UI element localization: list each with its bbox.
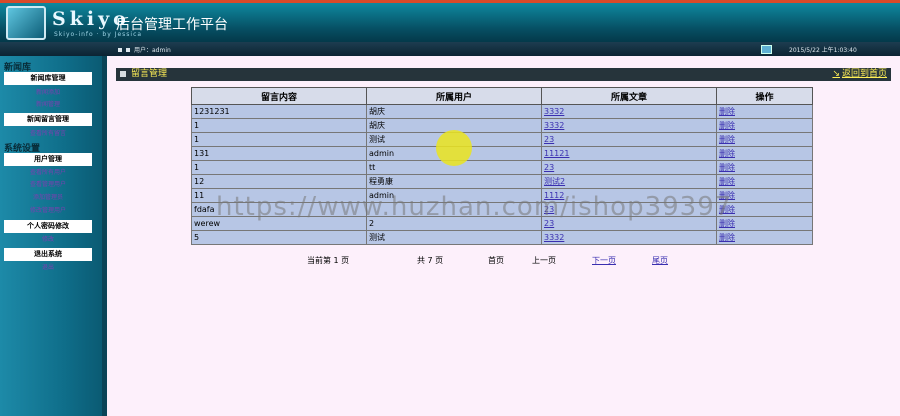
section-title-bar: 留言管理 ↘ 返回到首页	[116, 68, 891, 81]
monitor-icon	[761, 45, 772, 54]
article-link[interactable]: 测试2	[544, 177, 565, 186]
bullet-icon	[118, 48, 122, 52]
section-title: 留言管理	[131, 69, 168, 79]
article-link[interactable]: 3332	[544, 121, 564, 130]
monitor-logo-icon	[6, 6, 46, 40]
sidebar-item-edit-password[interactable]: 修改	[4, 234, 92, 246]
table-row: 12 程勇康 测试2 删除	[191, 174, 813, 189]
delete-link[interactable]: 删除	[719, 177, 735, 186]
table-row: 1231231 胡庆 3332 删除	[191, 104, 813, 119]
sidebar-item-manage-news[interactable]: 新闻管理	[4, 99, 92, 111]
sidebar-head-logout[interactable]: 退出系统	[4, 248, 92, 261]
sidebar: 新闻库 新闻库管理 新闻添加 新闻管理 新闻留言管理 查看所有留言 系统设置 用…	[0, 56, 107, 416]
user-label: 用户：admin	[134, 47, 171, 54]
page-prev[interactable]: 上一页	[532, 255, 556, 266]
article-link[interactable]: 3332	[544, 107, 564, 116]
column-header-content: 留言内容	[191, 87, 367, 105]
article-link[interactable]: 11121	[544, 149, 569, 158]
header-top-line	[0, 0, 900, 3]
page-last-link[interactable]: 尾页	[652, 255, 668, 266]
page-current: 当前第 1 页	[307, 256, 350, 265]
status-bar: 用户：admin 2015/5/22 上午1:03:40	[0, 42, 900, 56]
clock: 2015/5/22 上午1:03:40	[789, 47, 857, 54]
delete-link[interactable]: 删除	[719, 233, 735, 242]
sidebar-item-all-comments[interactable]: 查看所有留言	[4, 128, 92, 140]
delete-link[interactable]: 删除	[719, 107, 735, 116]
column-header-action: 操作	[716, 87, 813, 105]
cell-content: 1	[191, 118, 367, 133]
table-row: 5 测试 3332 删除	[191, 230, 813, 245]
sidebar-head-user-manage[interactable]: 用户管理	[4, 153, 92, 166]
arrow-icon: ↘	[832, 69, 840, 79]
cell-user: 测试	[366, 230, 542, 245]
article-link[interactable]: 23	[544, 135, 554, 144]
sidebar-head-password[interactable]: 个人密码修改	[4, 220, 92, 233]
delete-link[interactable]: 删除	[719, 121, 735, 130]
sidebar-head-news-manage[interactable]: 新闻库管理	[4, 72, 92, 85]
page-next-link[interactable]: 下一页	[592, 255, 616, 266]
sidebar-item-logout[interactable]: 退出	[4, 262, 92, 274]
sidebar-item-admin-users[interactable]: 查看管理用户	[4, 179, 92, 191]
cell-content: 1	[191, 132, 367, 147]
table-row: 1 tt 23 删除	[191, 160, 813, 175]
cell-content: 12	[191, 174, 367, 189]
cell-content: 1	[191, 160, 367, 175]
table-row: 1 测试 23 删除	[191, 132, 813, 147]
page-first[interactable]: 首页	[488, 255, 504, 266]
watermark: https://www.huzhan.com/ishop39397	[216, 192, 733, 222]
table-header-row: 留言内容 所属用户 所属文章 操作	[191, 87, 813, 105]
sidebar-item-edit-admin[interactable]: 修改管理用户	[4, 205, 92, 217]
section-bullet-icon	[120, 71, 126, 77]
sidebar-item-add-news[interactable]: 新闻添加	[4, 87, 92, 99]
cell-user: 胡庆	[366, 104, 542, 119]
cell-content: 5	[191, 230, 367, 245]
main-content: 留言管理 ↘ 返回到首页 留言内容 所属用户 所属文章 操作 1231231 胡庆…	[107, 56, 900, 416]
sidebar-item-all-users[interactable]: 查看所有用户	[4, 167, 92, 179]
table-row: 1 胡庆 3332 删除	[191, 118, 813, 133]
platform-title: 后台管理工作平台	[116, 17, 228, 33]
cell-content: 1231231	[191, 104, 367, 119]
sidebar-head-comment-manage[interactable]: 新闻留言管理	[4, 113, 92, 126]
delete-link[interactable]: 删除	[719, 135, 735, 144]
article-link[interactable]: 3332	[544, 233, 564, 242]
delete-link[interactable]: 删除	[719, 163, 735, 172]
cursor-highlight	[436, 130, 472, 166]
cell-content: 131	[191, 146, 367, 161]
table-row: 131 admin 11121 删除	[191, 146, 813, 161]
column-header-article: 所属文章	[541, 87, 717, 105]
sidebar-item-add-admin[interactable]: 添加管理员	[4, 192, 92, 204]
page-total: 共 7 页	[417, 256, 444, 265]
current-user: 用户：admin	[118, 45, 171, 54]
bullet-icon	[126, 48, 130, 52]
back-home-label: 返回到首页	[841, 69, 887, 79]
delete-link[interactable]: 删除	[719, 149, 735, 158]
column-header-user: 所属用户	[366, 87, 542, 105]
app-header: Skiyo Skiyo-info · by Jessica 后台管理工作平台	[0, 0, 900, 42]
pagination: 当前第 1 页 共 7 页 首页 上一页 下一页 尾页	[191, 255, 813, 267]
article-link[interactable]: 23	[544, 163, 554, 172]
back-home-link[interactable]: ↘ 返回到首页	[832, 68, 887, 81]
cell-user: 程勇康	[366, 174, 542, 189]
